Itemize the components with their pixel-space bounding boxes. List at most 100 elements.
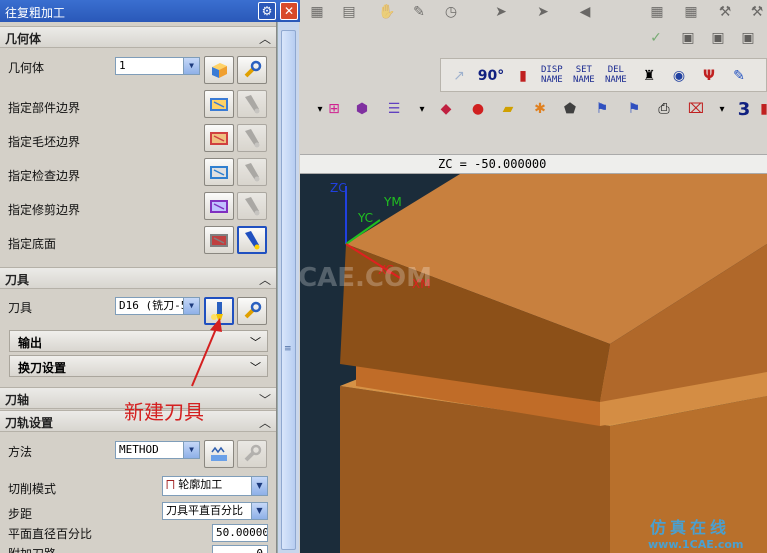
stack-icon[interactable]: ⬢ bbox=[350, 97, 374, 121]
edit-doc-icon[interactable]: ✎ bbox=[407, 0, 431, 24]
flashlight-icon[interactable] bbox=[237, 90, 267, 118]
toolbar-row-3: ↗ 90° ▮ DISP NAME SET NAME DEL NAME ♜ ◉ Ψ ✎ bbox=[440, 58, 767, 92]
select-filter-icon[interactable]: ➤ bbox=[531, 0, 555, 24]
bar-red-icon[interactable]: ▮ bbox=[752, 97, 767, 121]
extra-passes-input[interactable]: 0 bbox=[212, 545, 268, 553]
coord-readout: ZC = -50.000000 bbox=[438, 157, 547, 171]
method-select[interactable]: METHOD ▼ bbox=[115, 441, 200, 459]
bar-icon[interactable]: ▰ bbox=[496, 97, 520, 121]
flashlight-icon bbox=[245, 95, 260, 114]
stepover-value: 刀具平直百分比 bbox=[166, 504, 243, 517]
tools-icon[interactable]: Ψ bbox=[697, 64, 721, 88]
section-title: 刀轨设置 bbox=[5, 416, 54, 430]
dropdown-icon[interactable]: ▾ bbox=[410, 97, 434, 121]
dialog-titlebar[interactable]: 往复粗加工 ⚙ ✕ bbox=[0, 0, 300, 22]
del-line-2: NAME bbox=[605, 75, 627, 85]
flashlight-icon[interactable] bbox=[237, 124, 267, 152]
specify-part-boundary-button[interactable] bbox=[204, 90, 234, 118]
tool-change-title: 换刀设置 bbox=[18, 361, 67, 375]
del-name-button[interactable]: DEL NAME bbox=[605, 65, 627, 85]
flashlight-icon[interactable] bbox=[237, 192, 267, 220]
chevron-down-icon[interactable]: ▼ bbox=[183, 442, 199, 458]
specify-trim-boundary-button[interactable] bbox=[204, 192, 234, 220]
grip-icon: ≡ bbox=[284, 344, 292, 354]
info-icon[interactable]: ▮ bbox=[511, 64, 535, 88]
cut-mode-select[interactable]: ⨅ 轮廓加工 ▼ bbox=[162, 476, 268, 496]
specify-blank-boundary-button[interactable] bbox=[204, 124, 234, 152]
section-tool-header[interactable]: 刀具 ︿ bbox=[0, 267, 276, 289]
disp-name-button[interactable]: DISP NAME bbox=[541, 65, 563, 85]
flashlight-icon[interactable] bbox=[237, 226, 267, 254]
tools-icon[interactable]: ⚒ bbox=[745, 0, 767, 24]
flashlight-icon[interactable] bbox=[237, 158, 267, 186]
chevron-down-icon[interactable]: ▼ bbox=[251, 503, 267, 519]
part-tree-icon[interactable]: ▣ bbox=[736, 26, 760, 50]
dark-solid-icon[interactable]: ⬟ bbox=[558, 97, 582, 121]
specify-blank-boundary-label: 指定毛坯边界 bbox=[8, 135, 81, 149]
select-arrow-icon[interactable]: ➤ bbox=[489, 0, 513, 24]
dialog-scrollbar[interactable]: ≡ bbox=[277, 22, 299, 553]
chevron-down-icon[interactable]: ▼ bbox=[251, 477, 267, 495]
chevron-up-icon[interactable]: ︿ bbox=[259, 414, 271, 431]
set-name-button[interactable]: SET NAME bbox=[573, 65, 595, 85]
chevron-down-icon[interactable]: ▼ bbox=[183, 58, 199, 74]
set-line-1: SET bbox=[575, 65, 592, 75]
hand-icon[interactable]: ✋ bbox=[375, 0, 399, 24]
chevron-down-icon[interactable]: ﹀ bbox=[259, 391, 271, 408]
toolbar-row-1: ▦ ▤ ✋ ✎ ◷ ➤ ➤ ◀ ▦ ▦ ⚒ ⚒ bbox=[305, 0, 765, 24]
annotation-arrow bbox=[191, 318, 222, 387]
close-icon[interactable]: ✕ bbox=[280, 2, 298, 20]
flashlight-icon bbox=[245, 163, 260, 182]
wrench-group-icon[interactable]: ⚒ bbox=[713, 0, 737, 24]
flat-percent-label: 平面直径百分比 bbox=[8, 527, 93, 541]
chevron-down-icon[interactable]: ﹀ bbox=[250, 334, 261, 350]
part-list-icon[interactable]: ▣ bbox=[706, 26, 730, 50]
gear-icon[interactable]: ⚙ bbox=[258, 2, 276, 20]
component-icon[interactable]: ▦ bbox=[679, 0, 703, 24]
layers-icon[interactable]: ☰ bbox=[382, 97, 406, 121]
chevron-up-icon[interactable]: ︿ bbox=[259, 30, 271, 47]
flag-multi-icon[interactable]: ⚑ bbox=[622, 97, 646, 121]
gear-group-icon[interactable]: ✱ bbox=[528, 97, 552, 121]
stepover-select[interactable]: 刀具平直百分比 ▼ bbox=[162, 502, 268, 520]
assembly-icon[interactable]: ▦ bbox=[645, 0, 669, 24]
method-edit-button[interactable] bbox=[237, 440, 267, 468]
check-icon[interactable]: ✓ bbox=[644, 26, 668, 50]
view-icon[interactable]: ▦ bbox=[305, 0, 329, 24]
export-icon[interactable]: ⌧ bbox=[684, 97, 708, 121]
boundary-icon bbox=[210, 98, 228, 111]
specify-floor-button[interactable] bbox=[204, 226, 234, 254]
tool-select-value: D16 (铣刀-5 bbox=[119, 299, 188, 312]
tool-edit-button[interactable] bbox=[237, 297, 267, 325]
specify-check-boundary-button[interactable] bbox=[204, 158, 234, 186]
arrow-up-right-icon[interactable]: ↗ bbox=[447, 64, 471, 88]
grid-icon[interactable]: ⊞ bbox=[322, 97, 346, 121]
ball-icon[interactable]: ● bbox=[466, 97, 490, 121]
eye-icon[interactable]: ◉ bbox=[667, 64, 691, 88]
solid-icon[interactable]: ◆ bbox=[434, 97, 458, 121]
chevron-up-icon[interactable]: ︿ bbox=[259, 271, 271, 288]
flashlight-icon bbox=[245, 197, 260, 216]
geometry-edit-button[interactable] bbox=[237, 56, 267, 84]
specify-part-boundary-label: 指定部件边界 bbox=[8, 101, 81, 115]
chevron-down-icon[interactable]: ﹀ bbox=[250, 359, 261, 375]
pencil-icon[interactable]: ✎ bbox=[727, 64, 751, 88]
printer-icon[interactable]: ⎙ bbox=[652, 97, 676, 121]
flag-icon[interactable]: ⚑ bbox=[590, 97, 614, 121]
section-geometry-header[interactable]: 几何体 ︿ bbox=[0, 26, 276, 48]
clock-icon[interactable]: ◷ bbox=[439, 0, 463, 24]
dropdown-icon[interactable]: ▾ bbox=[710, 97, 734, 121]
graphics-viewport[interactable]: ZC YC YM XC XM 1CAE.COM bbox=[300, 174, 767, 553]
geometry-select[interactable]: 1 ▼ bbox=[115, 57, 200, 75]
wrench-icon bbox=[244, 301, 262, 319]
flat-percent-input[interactable]: 50.00000 bbox=[212, 524, 268, 542]
cutter-icon[interactable]: ♜ bbox=[637, 64, 661, 88]
layer-icon[interactable]: ▤ bbox=[337, 0, 361, 24]
rotate-90-button[interactable]: 90° bbox=[478, 64, 504, 88]
method-new-button[interactable] bbox=[204, 440, 234, 468]
snap-icon[interactable]: ◀ bbox=[573, 0, 597, 24]
scrollbar-thumb[interactable] bbox=[281, 30, 296, 550]
geometry-new-button[interactable] bbox=[204, 56, 234, 84]
part-icon[interactable]: ▣ bbox=[676, 26, 700, 50]
ym-label: YM bbox=[383, 195, 402, 209]
